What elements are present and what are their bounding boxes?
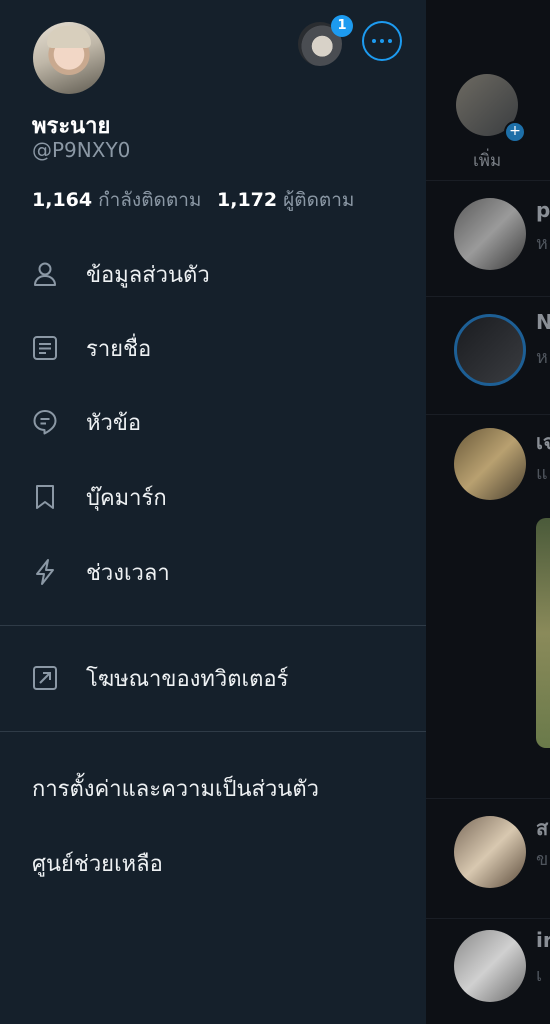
topics-icon [33, 410, 57, 435]
background-timeline: + เพิ่ม p ห N ห เจ แ ส ข ir เ [426, 0, 550, 1024]
menu-item-moments[interactable]: ช่วงเวลา [0, 546, 426, 598]
moments-icon [36, 559, 54, 585]
tweet-text: ห [536, 233, 548, 254]
menu-item-label: บุ๊คมาร์ก [86, 485, 167, 511]
more-icon [372, 39, 376, 43]
following-count: 1,164 [32, 189, 93, 211]
tweet-author: p [536, 198, 550, 222]
menu-item-label: ช่วงเวลา [86, 560, 170, 586]
menu-divider [0, 731, 426, 732]
person-icon [34, 262, 56, 286]
tweet-author: ส [536, 816, 549, 840]
menu-item-topics[interactable]: หัวข้อ [0, 396, 426, 448]
external-link-icon [33, 666, 57, 690]
add-fleet-plus-icon: + [504, 121, 526, 143]
tweet-avatar [454, 198, 526, 270]
feed-tweet[interactable]: ส ข [426, 798, 550, 919]
tweet-avatar [454, 428, 526, 500]
tweet-avatar [454, 930, 526, 1002]
tweet-text: ห [536, 347, 548, 368]
tweet-author: เจ [536, 430, 550, 454]
tweet-media[interactable] [536, 518, 550, 748]
bookmark-icon [36, 485, 54, 509]
feed-tweet[interactable]: ir เ [426, 918, 550, 1024]
notification-badge: 1 [331, 15, 353, 37]
followers-label: ผู้ติดตาม [283, 189, 355, 211]
menu-item-label: โฆษณาของทวิตเตอร์ [86, 666, 289, 692]
menu-item-label: รายชื่อ [86, 336, 152, 362]
more-accounts-button[interactable] [362, 21, 402, 61]
side-drawer: 1 พระนาย @P9NXY0 1,164 กำลังติดตาม 1,172 ผ… [0, 0, 426, 1024]
feed-tweet[interactable]: N ห [426, 296, 550, 415]
menu-item-profile[interactable]: ข้อมูลส่วนตัว [0, 248, 426, 300]
tweet-avatar [454, 314, 526, 386]
followers-stat[interactable]: 1,172 ผู้ติดตาม [217, 185, 354, 215]
menu-item-bookmarks[interactable]: บุ๊คมาร์ก [0, 471, 426, 523]
menu-item-label: หัวข้อ [86, 410, 142, 436]
user-handle: @P9NXY0 [32, 138, 131, 162]
tweet-text: เ [536, 965, 543, 986]
menu-item-twitter-ads[interactable]: โฆษณาของทวิตเตอร์ [0, 652, 426, 704]
settings-privacy-link[interactable]: การตั้งค่าและความเป็นส่วนตัว [32, 771, 319, 806]
following-label: กำลังติดตาม [98, 189, 202, 211]
feed-tweet[interactable]: p ห [426, 180, 550, 297]
tweet-avatar [454, 816, 526, 888]
following-stat[interactable]: 1,164 กำลังติดตาม [32, 185, 201, 215]
profile-avatar[interactable] [33, 22, 105, 94]
add-fleet-label: เพิ่ม [473, 151, 502, 171]
lists-icon [33, 336, 57, 360]
tweet-text: ข [536, 849, 549, 870]
followers-count: 1,172 [217, 189, 278, 211]
feed-tweet[interactable]: เจ แ [426, 414, 550, 799]
menu-item-lists[interactable]: รายชื่อ [0, 322, 426, 374]
help-center-link[interactable]: ศูนย์ช่วยเหลือ [32, 846, 163, 881]
tweet-text: แ [536, 463, 548, 484]
more-icon-dot [388, 39, 392, 43]
fleets-bar: + เพิ่ม [426, 0, 550, 181]
more-icon-dot [380, 39, 384, 43]
menu-divider [0, 625, 426, 626]
tweet-author: N [536, 310, 550, 334]
tweet-author: ir [536, 928, 550, 952]
menu-item-label: ข้อมูลส่วนตัว [86, 262, 210, 288]
